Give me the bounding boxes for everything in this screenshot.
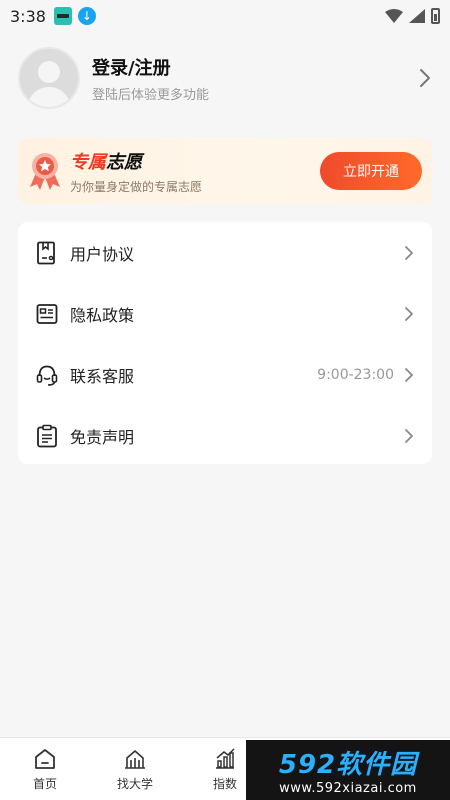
tab-label: 首页 — [32, 776, 57, 791]
watermark-logo: 592软件园 www.592xiazai.com — [246, 740, 450, 800]
menu-item-user-agreement[interactable]: 用户协议 — [36, 222, 414, 283]
menu-label: 用户协议 — [70, 244, 135, 264]
battery-icon — [431, 8, 440, 24]
id-card-icon — [36, 303, 58, 324]
download-icon: ↓ — [77, 7, 96, 25]
vip-title-part1: 专属 — [70, 151, 106, 173]
tab-label: 指数 — [212, 776, 237, 791]
vip-text: 专属志愿 为你量身定做的专属志愿 — [70, 148, 202, 195]
login-subtitle: 登陆后体验更多功能 — [92, 87, 210, 103]
exclusive-volunteer-card[interactable]: 专属志愿 为你量身定做的专属志愿 立即开通 — [18, 138, 432, 204]
vip-subtitle: 为你量身定做的专属志愿 — [70, 179, 203, 194]
tab-home[interactable]: 首页 — [0, 738, 90, 800]
menu-item-disclaimer[interactable]: 免责声明 — [36, 405, 414, 466]
tab-find-university[interactable]: 找大学 — [90, 738, 180, 800]
profile-login-row[interactable]: 登录/注册 登陆后体验更多功能 — [18, 46, 432, 110]
chevron-right-icon — [405, 245, 413, 260]
menu-item-customer-service[interactable]: 联系客服 9:00-23:00 — [36, 344, 414, 405]
vip-title-part2: 志愿 — [106, 151, 142, 173]
chevron-right-icon — [405, 428, 413, 443]
status-time: 3:38 — [10, 6, 46, 26]
signal-icon — [409, 9, 425, 23]
app-notification-icon — [53, 7, 72, 25]
home-icon — [35, 748, 55, 769]
menu-card: 用户协议 隐私政策 联系客服 9:00-23:00 免责声明 — [18, 222, 432, 464]
watermark-url: www.592xiazai.com — [279, 781, 417, 796]
profile-text: 登录/注册 登陆后体验更多功能 — [92, 54, 209, 103]
avatar[interactable] — [18, 47, 80, 109]
medal-icon — [30, 153, 60, 190]
service-hours: 9:00-23:00 — [317, 366, 394, 383]
login-register-title[interactable]: 登录/注册 — [92, 54, 209, 80]
status-bar: 3:38 ↓ — [0, 0, 450, 32]
university-icon — [125, 749, 145, 769]
menu-label: 联系客服 — [70, 366, 135, 386]
vip-title: 专属志愿 — [70, 148, 202, 174]
watermark-title: 592软件园 — [278, 750, 418, 780]
menu-label: 隐私政策 — [70, 305, 135, 325]
menu-item-privacy-policy[interactable]: 隐私政策 — [36, 283, 414, 344]
chart-icon — [216, 747, 235, 769]
clipboard-icon — [37, 424, 57, 447]
chevron-right-icon — [405, 306, 413, 321]
status-indicators — [385, 8, 440, 24]
document-icon — [37, 241, 55, 264]
headset-icon — [36, 365, 58, 386]
menu-label: 免责声明 — [70, 427, 135, 447]
activate-now-button[interactable]: 立即开通 — [320, 152, 422, 190]
wifi-icon — [385, 9, 403, 23]
chevron-right-icon — [405, 367, 413, 382]
chevron-right-icon[interactable] — [418, 68, 432, 88]
tab-label: 找大学 — [116, 776, 153, 791]
